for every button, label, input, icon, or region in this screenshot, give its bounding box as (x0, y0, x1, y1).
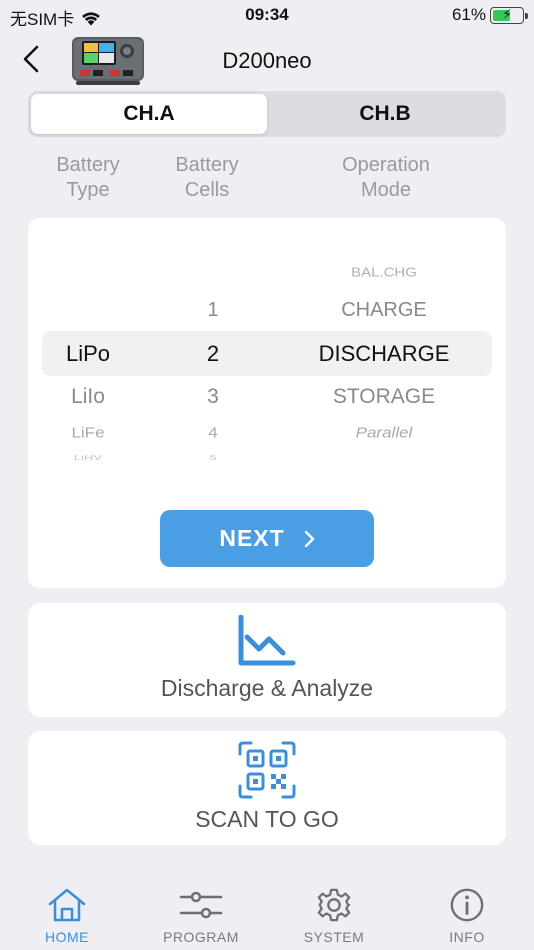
info-icon (450, 888, 484, 922)
battery-group: 61% ⚡ (451, 5, 528, 25)
battery-cells-option[interactable]: 1 (153, 299, 273, 322)
battery-cells-option[interactable]: 3 (153, 385, 273, 409)
page-title: D200neo (222, 48, 312, 73)
status-bar: 无SIM卡 09:34 61% ⚡ (0, 0, 534, 30)
operation-mode-header-line1: Operation (342, 154, 430, 176)
sliders-icon (179, 891, 223, 919)
next-button-label: NEXT (219, 525, 285, 551)
program-picker-card: LiPo LiIo LiFe LiHV 1 2 3 4 5 BAL.CHG CH… (28, 218, 506, 588)
charging-bolt-icon: ⚡ (502, 5, 512, 22)
tab-info-label: INFO (449, 929, 485, 945)
battery-icon: ⚡ (490, 5, 528, 24)
picker-column-headers: Battery Type Battery Cells Operation Mod… (0, 153, 534, 205)
channel-selector: CH.A CH.B (28, 91, 506, 137)
battery-cells-option[interactable]: 4 (153, 425, 273, 442)
discharge-analyze-card[interactable]: Discharge & Analyze (28, 603, 506, 717)
nav-bar: D200neo (0, 30, 534, 90)
tab-channel-b[interactable]: CH.B (267, 94, 503, 134)
battery-cells-header-line2: Cells (184, 179, 230, 201)
operation-mode-option[interactable]: BAL.CHG (308, 265, 460, 279)
tab-program[interactable]: PROGRAM (146, 887, 256, 945)
line-chart-icon (238, 615, 296, 666)
operation-mode-header: Operation Mode (306, 153, 466, 203)
tab-system[interactable]: SYSTEM (279, 887, 389, 945)
battery-type-header-line1: Battery (56, 154, 120, 176)
tab-program-label: PROGRAM (163, 929, 239, 945)
tab-home[interactable]: HOME (12, 887, 122, 945)
operation-mode-option[interactable]: STORAGE (308, 385, 460, 409)
scan-to-go-label: SCAN TO GO (195, 806, 339, 832)
operation-mode-header-line2: Mode (360, 179, 412, 201)
gear-icon (317, 888, 351, 922)
next-button[interactable]: NEXT (160, 510, 374, 567)
discharge-analyze-label: Discharge & Analyze (160, 675, 374, 701)
battery-type-option[interactable]: LiPo (28, 341, 148, 367)
battery-cells-option[interactable]: 2 (153, 341, 273, 367)
tab-system-label: SYSTEM (303, 929, 365, 945)
battery-type-header-line2: Type (66, 179, 110, 201)
battery-cells-header-line1: Battery (175, 154, 239, 176)
battery-type-option[interactable]: LiFe (28, 425, 148, 442)
home-icon (48, 888, 86, 922)
scan-to-go-card[interactable]: SCAN TO GO (28, 731, 506, 845)
qr-code-icon (238, 741, 296, 799)
operation-mode-option[interactable]: Parallel (308, 425, 460, 442)
battery-cells-option[interactable]: 5 (153, 453, 273, 461)
battery-cells-header: Battery Cells (147, 153, 267, 203)
tab-channel-a[interactable]: CH.A (31, 94, 267, 134)
battery-type-header: Battery Type (28, 153, 148, 203)
operation-mode-option[interactable]: CHARGE (308, 299, 460, 322)
chevron-right-icon (304, 530, 314, 547)
bottom-tab-bar: HOME PROGRAM SYSTEM INFO (0, 872, 534, 950)
tab-info[interactable]: INFO (412, 887, 522, 945)
tab-home-label: HOME (45, 929, 89, 945)
battery-type-option[interactable]: LiHV (28, 453, 148, 461)
battery-type-option[interactable]: LiIo (28, 385, 148, 409)
operation-mode-option[interactable]: DISCHARGE (308, 341, 460, 367)
battery-percent: 61% (451, 5, 486, 24)
